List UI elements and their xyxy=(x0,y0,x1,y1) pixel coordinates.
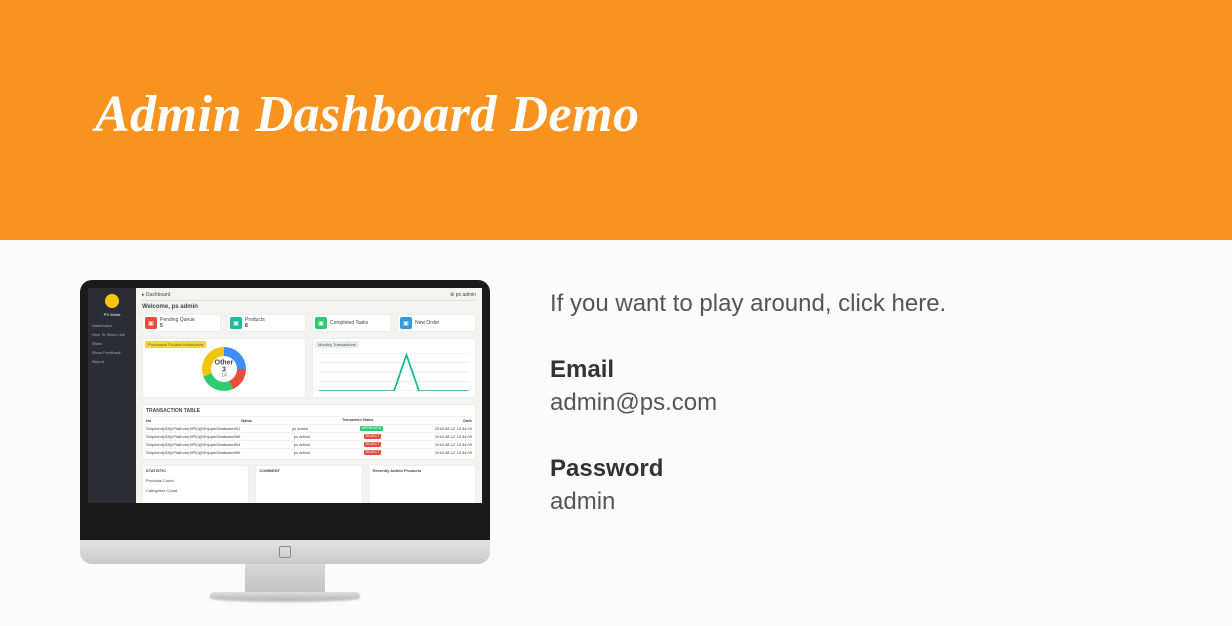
hero-title: Admin Dashboard Demo xyxy=(95,85,1232,144)
imac-bezel: PS World Dashboard How To Show Link Show… xyxy=(80,280,490,540)
lock-icon: ▣ xyxy=(145,317,157,329)
password-value: admin xyxy=(550,486,1172,518)
mock-logo-icon xyxy=(105,294,119,308)
mock-statistic-panel: STATISTIC Products Count Categories Coun… xyxy=(142,465,249,503)
mock-stat-label: Pending Queue xyxy=(160,317,195,323)
mock-main: ▸ Dashboard ⚙ ps admin Welcome, ps admin… xyxy=(136,288,482,503)
mock-stat-value: 5 xyxy=(160,323,163,329)
donut-center-label: Other 314 xyxy=(213,360,235,379)
mock-sidebar-item: Show Feedback xyxy=(88,348,136,357)
mock-chart-row: Purchased Product Information Other 314 … xyxy=(142,338,476,398)
donut-chart-icon: Other 314 xyxy=(202,347,246,391)
status-badge: APPROVED xyxy=(360,426,383,431)
mock-welcome: Welcome, ps admin xyxy=(142,304,476,310)
mock-donut-panel: Purchased Product Information Other 314 xyxy=(142,338,306,398)
imac-screen: PS World Dashboard How To Show Link Show… xyxy=(88,288,482,503)
bag-icon: ▣ xyxy=(315,317,327,329)
mock-sidebar-item: Dashboard xyxy=(88,321,136,330)
mock-stat-cards: ▣ Pending Queue 5 ▣ Products 8 ▣ Complet xyxy=(142,314,476,332)
mock-sidebar-item: Show xyxy=(88,339,136,348)
table-row: Shipment(306)/Platform(HP#)@ShipperDatab… xyxy=(146,448,472,456)
mock-sidebar-item: Report xyxy=(88,357,136,366)
bag-icon: ▣ xyxy=(400,317,412,329)
mock-recent-products-panel: Recently Added Products xyxy=(369,465,476,503)
mock-topbar: ▸ Dashboard ⚙ ps admin xyxy=(142,292,476,301)
status-badge: REJECT xyxy=(364,442,382,447)
mock-brand: PS World xyxy=(88,312,136,317)
bag-icon: ▣ xyxy=(230,317,242,329)
status-badge: REJECT xyxy=(364,434,382,439)
password-label: Password xyxy=(550,453,1172,485)
mock-stat-label: Completed Tasks xyxy=(330,320,368,326)
mock-stat-card: ▣ Pending Queue 5 xyxy=(142,314,221,332)
imac-chin xyxy=(80,540,490,564)
table-row: Shipment(306)/Platform(HP#)@ShipperDatab… xyxy=(146,424,472,432)
mock-stat-row: Products Count xyxy=(146,478,174,483)
mock-sidebar-item: How To Show Link xyxy=(88,330,136,339)
email-label: Email xyxy=(550,354,1172,386)
mock-stat-label: New Order xyxy=(415,320,439,326)
mock-panel-title: Purchased Product Information xyxy=(145,341,206,348)
table-row: Shipment(306)/Platform(HP#)@ShipperDatab… xyxy=(146,440,472,448)
mock-comment-panel: COMMENT xyxy=(255,465,362,503)
content-area: PS World Dashboard How To Show Link Show… xyxy=(0,240,1232,600)
mock-panel-title: Monthly Transactions xyxy=(315,341,359,348)
status-badge: REJECT xyxy=(364,450,382,455)
mock-stat-card: ▣ Completed Tasks xyxy=(312,314,391,332)
imac-stand-base xyxy=(210,592,360,600)
mock-sidebar: PS World Dashboard How To Show Link Show… xyxy=(88,288,136,503)
demo-credentials: If you want to play around, click here. … xyxy=(550,280,1172,600)
mock-user-chip: ⚙ ps admin xyxy=(450,292,476,298)
mock-table-title: TRANSACTION TABLE xyxy=(146,408,472,414)
mock-stat-row: Categories Count xyxy=(146,488,177,493)
hero-banner: Admin Dashboard Demo xyxy=(0,0,1232,240)
table-row: Shipment(306)/Platform(HP#)@ShipperDatab… xyxy=(146,432,472,440)
mock-stat-card: ▣ New Order xyxy=(397,314,476,332)
mock-stat-card: ▣ Products 8 xyxy=(227,314,306,332)
email-value: admin@ps.com xyxy=(550,387,1172,419)
mock-bottom-panels: STATISTIC Products Count Categories Coun… xyxy=(142,465,476,503)
mock-table-header: No Name Transaction Status Date xyxy=(146,416,472,424)
mock-line-panel: Monthly Transactions xyxy=(312,338,476,398)
demo-prompt-link[interactable]: If you want to play around, click here. xyxy=(550,288,1172,320)
mock-stat-value: 8 xyxy=(245,323,248,329)
mock-breadcrumb: ▸ Dashboard xyxy=(142,292,170,298)
mock-transaction-table: TRANSACTION TABLE No Name Transaction St… xyxy=(142,404,476,460)
demo-screenshot-mockup: PS World Dashboard How To Show Link Show… xyxy=(80,280,490,600)
line-chart-icon xyxy=(319,353,469,391)
imac-stand xyxy=(245,564,325,592)
